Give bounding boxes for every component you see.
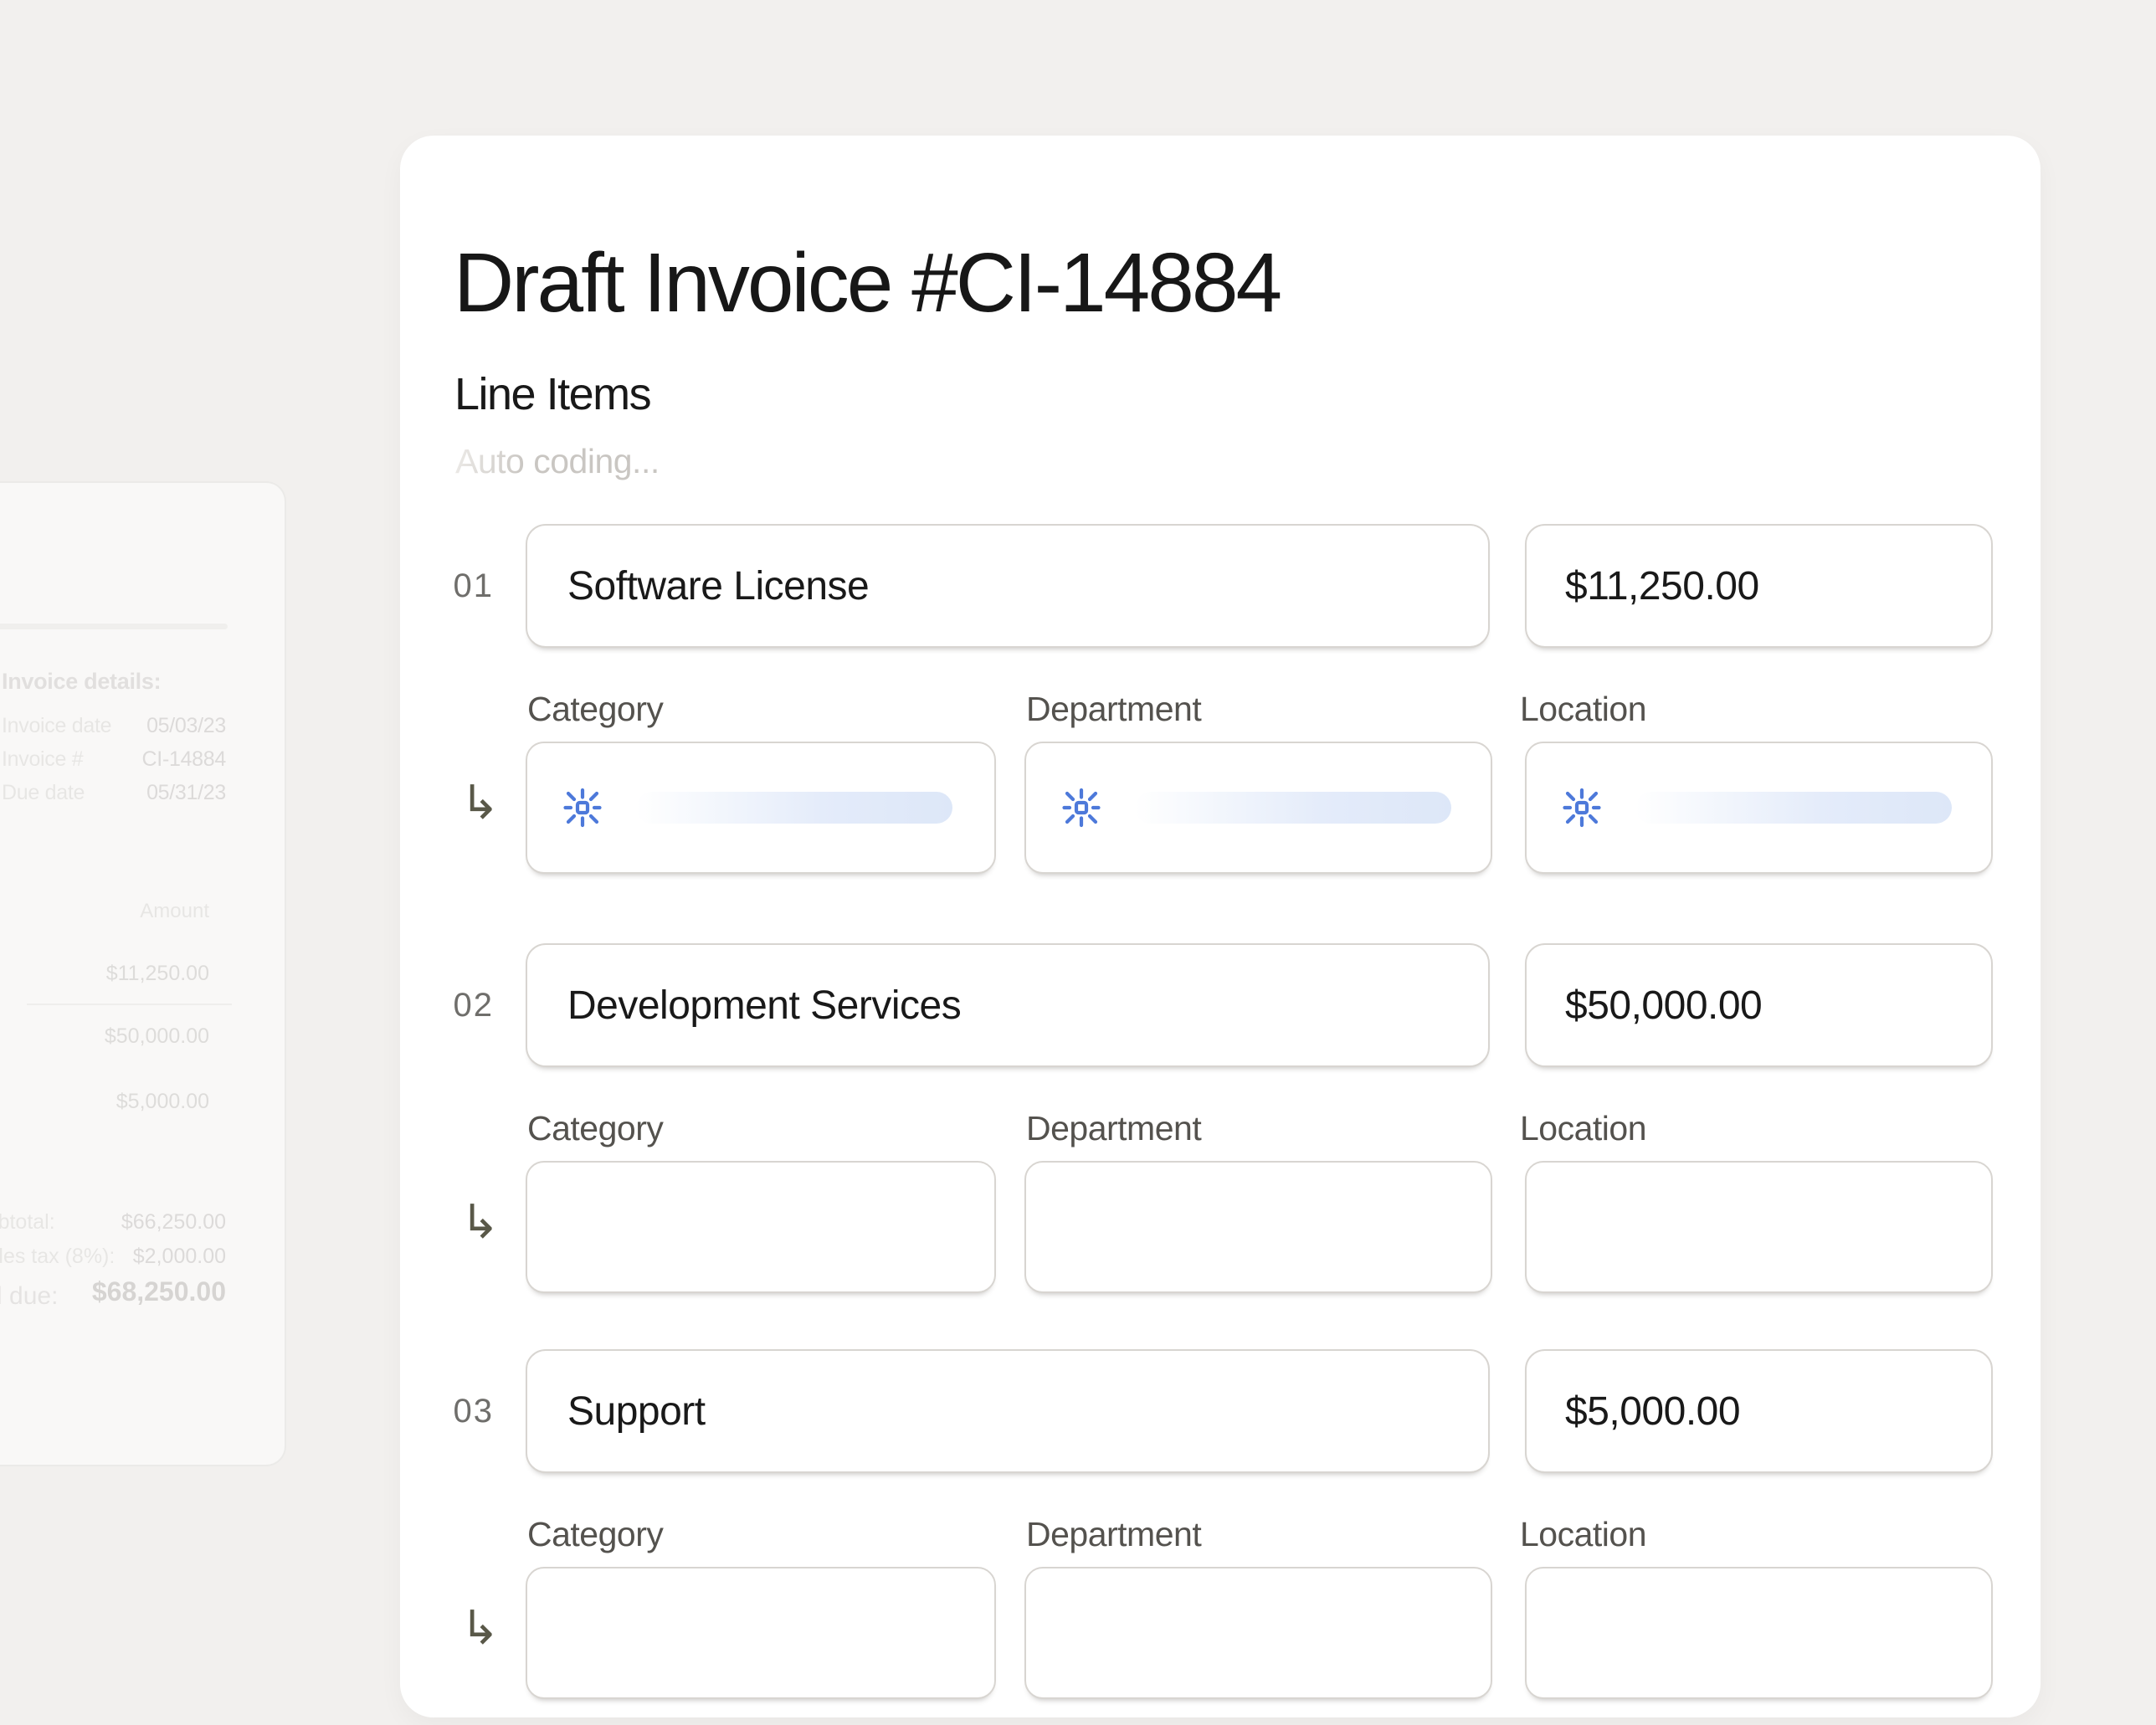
location-field[interactable] (1525, 742, 1993, 874)
line-number: 01 (447, 567, 494, 605)
department-label: Department (1026, 690, 1201, 729)
department-field[interactable] (1024, 1161, 1492, 1293)
loading-shimmer (636, 792, 952, 824)
category-label: Category (527, 1109, 663, 1148)
subtotal-label: Subtotal: (0, 1210, 55, 1235)
department-field[interactable] (1024, 742, 1492, 874)
draft-invoice-card: Draft Invoice #CI-14884 Line Items Auto … (400, 136, 2041, 1717)
sparkle-icon (1562, 788, 1602, 828)
description-input[interactable] (526, 524, 1490, 648)
due-date-value: 05/31/23 (146, 781, 226, 805)
subitem-arrow-icon: ↳ (460, 1605, 500, 1652)
line-item-row-1: 01 Category Department Location ↳ (400, 524, 2041, 875)
line-item-row-3: 03 Category Department Location ↳ (400, 1349, 2041, 1701)
line-item-row-2: 02 Category Department Location ↳ (400, 943, 2041, 1295)
department-field[interactable] (1024, 1567, 1492, 1699)
amount-input[interactable] (1525, 524, 1993, 648)
loading-shimmer (1635, 792, 1952, 824)
location-label: Location (1520, 690, 1646, 729)
invoice-processing-screen: Invoice details: Invoice date 05/03/23 I… (0, 0, 2156, 1725)
preview-row-divider (27, 1004, 232, 1005)
sales-tax-value: $2,000.00 (133, 1245, 226, 1269)
subitem-arrow-icon: ↳ (460, 1199, 500, 1246)
letterhead-placeholder (0, 624, 228, 629)
department-label: Department (1026, 1109, 1201, 1148)
location-label: Location (1520, 1109, 1646, 1148)
amount-column-header: Amount (140, 900, 209, 923)
location-field[interactable] (1525, 1567, 1993, 1699)
loading-shimmer (1135, 792, 1451, 824)
category-field[interactable] (526, 742, 996, 874)
sales-tax-label: sales tax (8%): (0, 1245, 115, 1269)
sparkle-icon (1061, 788, 1101, 828)
invoice-number-label: Invoice # (2, 747, 83, 772)
invoice-number-value: CI-14884 (142, 747, 226, 772)
due-date-label: Due date (2, 781, 85, 805)
line-items-heading: Line Items (454, 372, 650, 417)
category-field[interactable] (526, 1161, 996, 1293)
category-label: Category (527, 690, 663, 729)
page-title: Draft Invoice #CI-14884 (454, 241, 1280, 325)
invoice-date-value: 05/03/23 (146, 714, 226, 738)
department-label: Department (1026, 1515, 1201, 1554)
category-label: Category (527, 1515, 663, 1554)
amount-input[interactable] (1525, 1349, 1993, 1473)
sparkle-icon (562, 788, 603, 828)
invoice-details-heading: Invoice details: (2, 669, 161, 695)
location-label: Location (1520, 1515, 1646, 1554)
total-due-label: total due: (0, 1282, 58, 1311)
category-field[interactable] (526, 1567, 996, 1699)
preview-amount-1: $11,250.00 (106, 962, 209, 986)
line-number: 03 (447, 1393, 494, 1430)
auto-coding-status: Auto coding... (455, 442, 660, 481)
description-input[interactable] (526, 1349, 1490, 1473)
preview-amount-2: $50,000.00 (105, 1024, 209, 1049)
location-field[interactable] (1525, 1161, 1993, 1293)
description-input[interactable] (526, 943, 1490, 1067)
amount-input[interactable] (1525, 943, 1993, 1067)
line-number: 02 (447, 987, 494, 1024)
preview-amount-3: $5,000.00 (116, 1090, 209, 1114)
source-invoice-preview: Invoice details: Invoice date 05/03/23 I… (0, 481, 286, 1466)
subtotal-value: $66,250.00 (121, 1210, 226, 1235)
invoice-date-label: Invoice date (2, 714, 111, 738)
total-due-value: $68,250.00 (92, 1276, 226, 1307)
subitem-arrow-icon: ↳ (460, 780, 500, 827)
